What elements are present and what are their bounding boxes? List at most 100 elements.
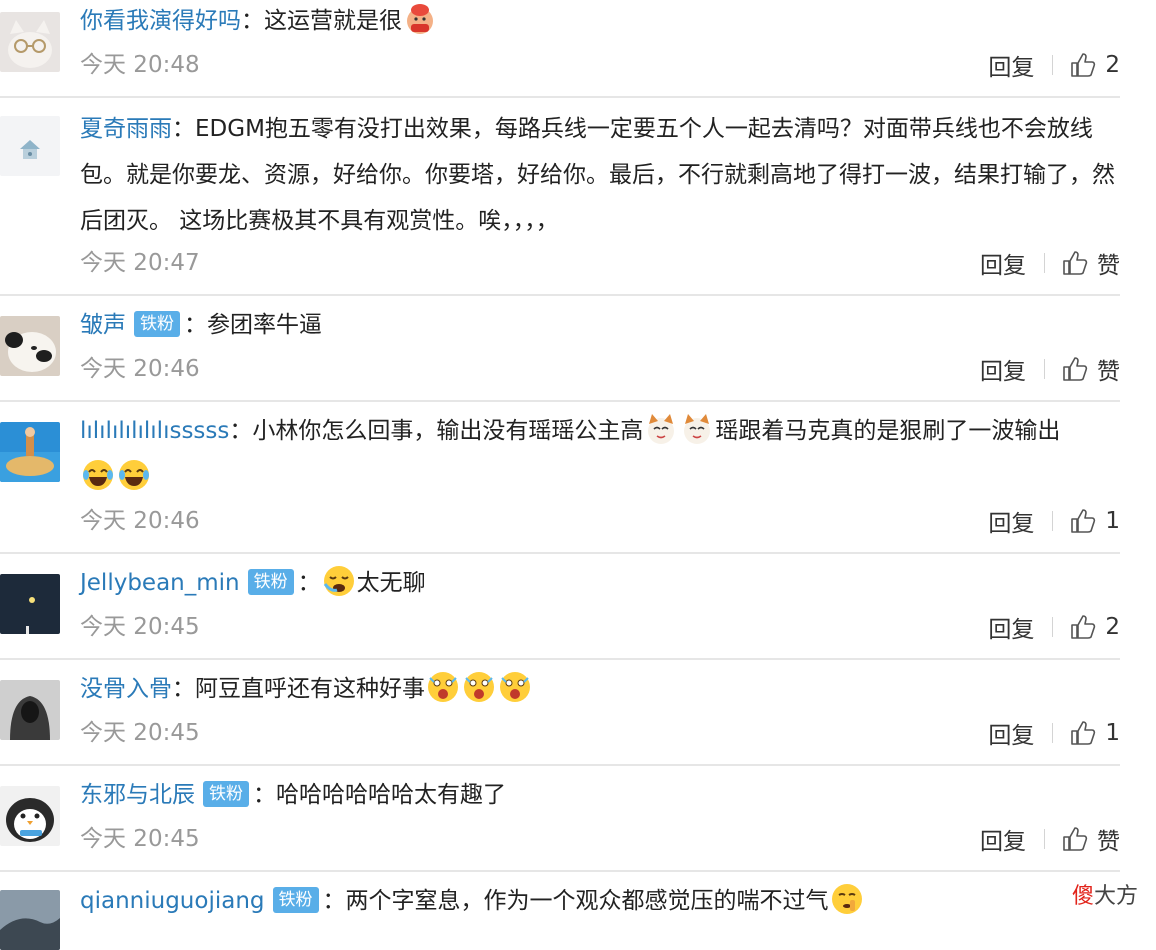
divider <box>1052 511 1054 531</box>
comment-actions: 回复 赞 <box>980 246 1120 280</box>
username[interactable]: 皱声 <box>80 312 126 338</box>
cat-emoji-icon <box>644 412 678 446</box>
thumbs-up-icon <box>1063 251 1088 275</box>
like-button[interactable]: 2 <box>1069 613 1120 641</box>
username[interactable]: lılılılılılılısssss <box>80 418 229 444</box>
comment-body-cont: 瑶跟着马克真的是狠刷了一波输出 <box>715 418 1061 444</box>
divider <box>0 96 1120 98</box>
like-count: 1 <box>1105 508 1120 534</box>
cry-emoji-icon <box>322 564 356 598</box>
like-button[interactable]: 赞 <box>1061 822 1120 856</box>
laugh-cry-emoji-icon <box>117 458 151 492</box>
night-avatar-icon <box>0 574 60 634</box>
comment-body: 参团率牛逼 <box>207 312 322 338</box>
avatar[interactable] <box>0 422 60 482</box>
username[interactable]: 夏奇雨雨 <box>80 116 172 142</box>
like-button[interactable]: 赞 <box>1061 352 1120 386</box>
like-count: 1 <box>1105 720 1120 746</box>
divider <box>1052 617 1054 637</box>
like-button[interactable]: 1 <box>1069 507 1120 535</box>
username[interactable]: qianniuguojiang <box>80 888 265 914</box>
like-button[interactable]: 2 <box>1069 51 1120 79</box>
shocked-emoji-icon <box>498 670 532 704</box>
watermark: 傻大方 <box>1071 884 1138 909</box>
laugh-cry-emoji-icon <box>81 458 115 492</box>
pig-emoji-icon <box>403 2 437 36</box>
house-avatar-icon <box>0 116 60 176</box>
comment-body: 太无聊 <box>356 570 426 596</box>
comment-time: 今天 20:46 <box>80 356 200 382</box>
username[interactable]: 没骨入骨 <box>80 676 172 702</box>
comment-text: 皱声 铁粉 ：参团率牛逼 <box>80 311 322 338</box>
avatar[interactable] <box>0 574 60 634</box>
divider <box>1052 723 1054 743</box>
fan-badge: 铁粉 <box>247 569 294 595</box>
fan-badge: 铁粉 <box>134 311 180 337</box>
comment-time: 今天 20:48 <box>80 52 200 78</box>
comment-body: 阿豆直呼还有这种好事 <box>195 676 425 702</box>
comment-actions: 回复 赞 <box>980 822 1120 856</box>
comment-text: 夏奇雨雨：EDGM抱五零有没打出效果，每路兵线一定要五个人一起去清吗？对面带兵线… <box>80 116 1115 234</box>
sky-avatar-icon <box>0 890 60 950</box>
penguin-avatar-icon <box>0 786 60 846</box>
comment-text: qianniuguojiang 铁粉 ：两个字窒息，作为一个观众都感觉压的喘不过气 <box>80 878 1120 924</box>
reply-button[interactable]: 回复 <box>980 246 1026 280</box>
reply-button[interactable]: 回复 <box>980 352 1026 386</box>
username[interactable]: 东邪与北辰 <box>80 782 195 808</box>
fan-badge: 铁粉 <box>203 781 249 807</box>
reply-button[interactable]: 回复 <box>988 716 1034 750</box>
avatar[interactable] <box>0 116 60 176</box>
comment-actions: 回复 2 <box>988 48 1120 82</box>
comment-body: 小林你怎么回事，输出没有瑶瑶公主高 <box>252 418 644 444</box>
divider <box>1044 253 1045 273</box>
comment-actions: 回复 2 <box>988 610 1120 644</box>
avatar[interactable] <box>0 786 60 846</box>
like-count: 2 <box>1105 52 1120 78</box>
shush-emoji-icon <box>830 882 864 916</box>
like-count: 2 <box>1105 614 1120 640</box>
comment-text: 你看我演得好吗：这运营就是很 <box>80 0 1120 44</box>
comment-body: EDGM抱五零有没打出效果，每路兵线一定要五个人一起去清吗？对面带兵线也不会放线… <box>80 116 1115 234</box>
like-count: 赞 <box>1097 359 1120 385</box>
reply-button[interactable]: 回复 <box>988 48 1034 82</box>
thumbs-up-icon <box>1071 53 1096 77</box>
avatar[interactable] <box>0 890 60 950</box>
comment-time: 今天 20:46 <box>80 508 200 534</box>
shocked-emoji-icon <box>426 670 460 704</box>
comment-text: Jellybean_min 铁粉：太无聊 <box>80 560 1120 606</box>
comment-time: 今天 20:45 <box>80 720 200 746</box>
like-count: 赞 <box>1097 829 1120 855</box>
comment-body: 哈哈哈哈哈哈太有趣了 <box>276 782 506 808</box>
comment-time: 今天 20:47 <box>80 250 200 276</box>
thumbs-up-icon <box>1063 357 1088 381</box>
comment-actions: 回复 1 <box>988 716 1120 750</box>
divider <box>1052 55 1054 75</box>
comment-text: 没骨入骨：阿豆直呼还有这种好事 <box>80 666 1120 712</box>
thumbs-up-icon <box>1071 509 1096 533</box>
thumbs-up-icon <box>1071 615 1096 639</box>
comment-actions: 回复 赞 <box>980 352 1120 386</box>
divider <box>0 552 1120 554</box>
beach-avatar-icon <box>0 422 60 482</box>
reply-button[interactable]: 回复 <box>988 610 1034 644</box>
thumbs-up-icon <box>1071 721 1096 745</box>
like-button[interactable]: 1 <box>1069 719 1120 747</box>
divider <box>0 764 1120 766</box>
comment-body: 这运营就是很 <box>264 8 402 34</box>
avatar[interactable] <box>0 680 60 740</box>
comment-text: 东邪与北辰 铁粉 ：哈哈哈哈哈哈太有趣了 <box>80 781 506 808</box>
comment-text: lılılılılılılısssss：小林你怎么回事，输出没有瑶瑶公主高 瑶跟着… <box>80 408 1120 500</box>
reply-button[interactable]: 回复 <box>980 822 1026 856</box>
like-button[interactable]: 赞 <box>1061 246 1120 280</box>
cat-avatar-icon <box>0 12 60 72</box>
avatar[interactable] <box>0 316 60 376</box>
divider <box>0 400 1120 402</box>
username[interactable]: 你看我演得好吗 <box>80 8 241 34</box>
avatar[interactable] <box>0 12 60 72</box>
divider <box>0 294 1120 296</box>
divider <box>1044 829 1045 849</box>
comment-time: 今天 20:45 <box>80 826 200 852</box>
username[interactable]: Jellybean_min <box>80 570 240 596</box>
reply-button[interactable]: 回复 <box>988 504 1034 538</box>
comment-actions: 回复 1 <box>988 504 1120 538</box>
